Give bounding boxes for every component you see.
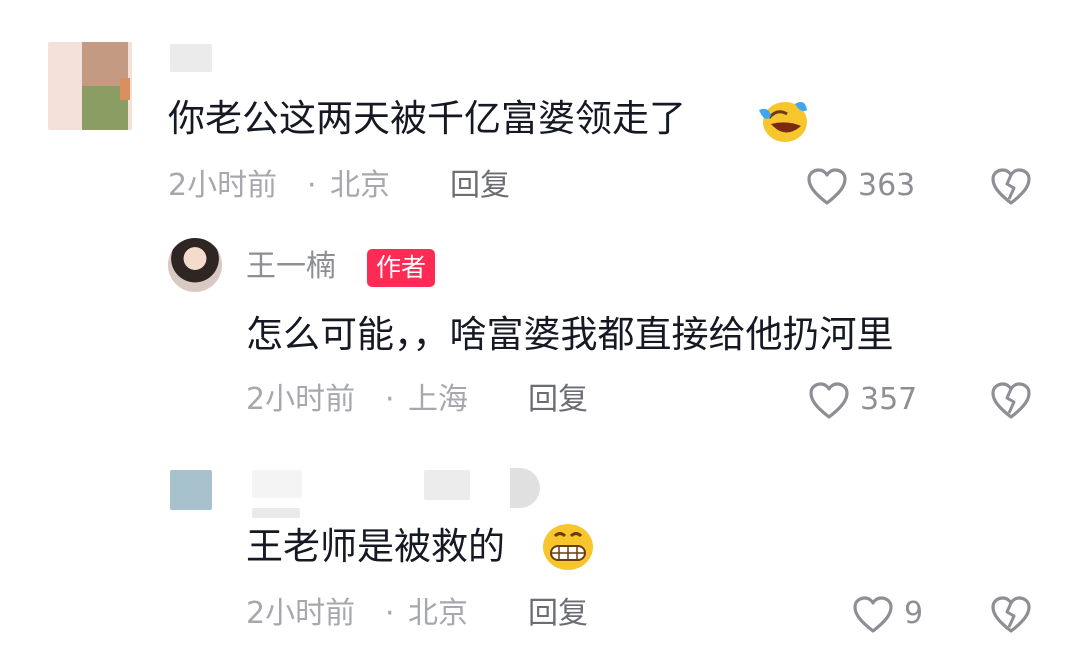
meta-separator: · [307,168,317,203]
meta-separator: · [385,596,395,631]
avatar[interactable] [48,42,132,130]
broken-heart-icon[interactable] [990,381,1032,421]
like-count: 9 [904,596,924,631]
broken-heart-icon[interactable] [990,595,1032,635]
comment-location: 北京 [408,596,468,631]
broken-heart-icon[interactable] [990,167,1032,207]
comment-location: 上海 [408,382,468,417]
comment-text: 王老师是被救的 [246,525,505,568]
reply-button[interactable]: 回复 [528,596,588,632]
like-count: 357 [860,382,918,417]
comment-text: 怎么可能，，啥富婆我都直接给他扔河里 [246,313,894,356]
comment-location: 北京 [330,168,390,203]
comment-time: 2小时前 [246,382,356,417]
username[interactable]: 王一楠 [246,249,336,285]
laughing-tears-emoji [757,96,809,144]
reply-button[interactable]: 回复 [528,382,588,418]
reply-button[interactable]: 回复 [450,168,510,204]
heart-outline-icon[interactable] [806,167,848,207]
avatar[interactable] [168,238,222,292]
comment-time: 2小时前 [246,596,356,631]
heart-outline-icon[interactable] [852,595,894,635]
comment-time: 2小时前 [168,168,278,203]
meta-separator: · [385,382,395,417]
username-redacted [170,44,212,72]
heart-outline-icon[interactable] [808,381,850,421]
author-badge: 作者 [367,249,436,287]
grinning-emoji [541,522,595,572]
like-count: 363 [858,168,916,203]
comment-text: 你老公这两天被千亿富婆领走了 [168,97,686,140]
avatar[interactable] [170,470,212,510]
